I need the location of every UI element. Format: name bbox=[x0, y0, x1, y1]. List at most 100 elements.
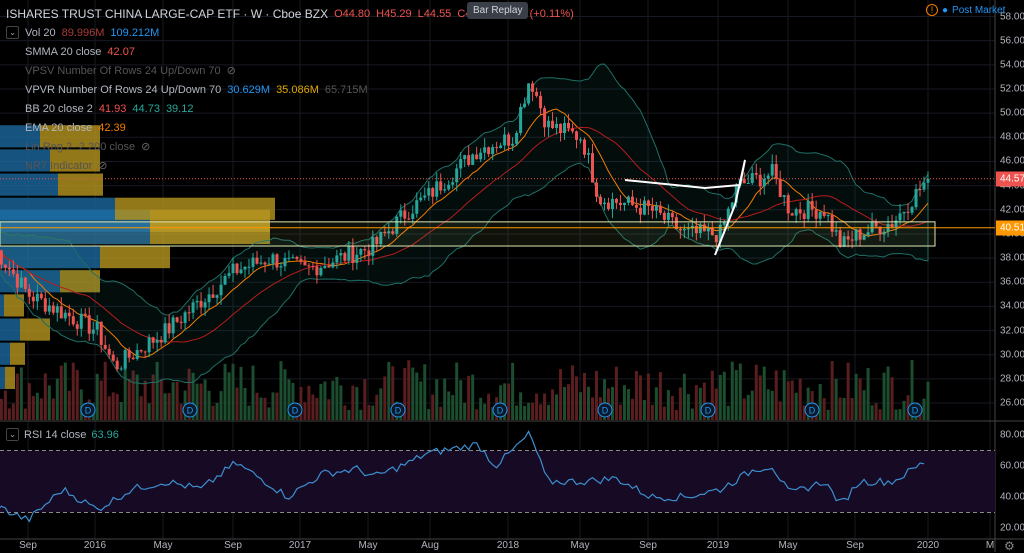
candle-body bbox=[411, 213, 415, 219]
hidden-eye-icon[interactable]: ⊘ bbox=[227, 64, 236, 77]
volume-bar bbox=[467, 375, 471, 420]
collapse-rsi-button[interactable]: ⌄ bbox=[6, 428, 19, 441]
rsi-label[interactable]: RSI 14 close bbox=[24, 429, 86, 441]
indicator-bb[interactable]: BB 20 close 2 bbox=[25, 103, 93, 115]
volume-profile-up bbox=[0, 366, 5, 389]
candle-body bbox=[654, 205, 658, 211]
volume-bar bbox=[419, 381, 423, 420]
rsi-axis-label: 20.00 bbox=[1000, 522, 1024, 534]
volume-bar bbox=[874, 403, 878, 420]
volume-bar bbox=[682, 373, 686, 420]
volume-bar bbox=[275, 392, 279, 420]
hidden-eye-icon[interactable]: ⊘ bbox=[98, 159, 107, 172]
volume-bar bbox=[255, 392, 259, 420]
volume-bar bbox=[3, 390, 7, 420]
volume-bar bbox=[0, 398, 3, 420]
volume-bar bbox=[63, 362, 67, 420]
candle-body bbox=[279, 266, 283, 268]
time-axis-label: Sep bbox=[639, 540, 657, 551]
volume-bar bbox=[339, 385, 343, 420]
candle-body bbox=[319, 268, 323, 276]
time-axis-label: 2020 bbox=[916, 540, 940, 551]
indicator-vol[interactable]: Vol 20 bbox=[25, 27, 56, 39]
market-status[interactable]: ! ● Post Market bbox=[926, 4, 1005, 16]
indicator-vpvr[interactable]: VPVR Number Of Rows 24 Up/Down 70 bbox=[25, 84, 221, 96]
settings-gear-icon[interactable]: ⚙ bbox=[1004, 539, 1015, 553]
volume-bar bbox=[363, 379, 367, 420]
candle-body bbox=[575, 131, 579, 140]
volume-bar bbox=[694, 385, 698, 420]
candle-body bbox=[83, 313, 87, 316]
volume-bar bbox=[686, 394, 690, 420]
indicator-smma[interactable]: SMMA 20 close bbox=[25, 46, 101, 58]
volume-bar bbox=[730, 361, 734, 420]
price-axis-label: 36.00 bbox=[1000, 276, 1024, 288]
volume-bar bbox=[355, 387, 359, 420]
candle-body bbox=[127, 350, 131, 358]
candle-body bbox=[55, 306, 59, 313]
candle-body bbox=[163, 323, 167, 343]
dividend-label: D bbox=[705, 406, 712, 416]
volume-bar bbox=[523, 405, 527, 420]
volume-bar bbox=[371, 405, 375, 420]
volume-bar bbox=[479, 397, 483, 420]
candle-body bbox=[111, 354, 115, 361]
volume-bar bbox=[758, 375, 762, 420]
volume-bar bbox=[750, 390, 754, 420]
candle-body bbox=[27, 288, 31, 297]
hidden-eye-icon[interactable]: ⊘ bbox=[141, 140, 150, 153]
volume-bar bbox=[571, 365, 575, 420]
volume-bar bbox=[894, 409, 898, 420]
volume-bar bbox=[431, 394, 435, 420]
rsi-value: 63.96 bbox=[91, 428, 119, 441]
indicator-vpsv[interactable]: VPSV Number Of Rows 24 Up/Down 70 bbox=[25, 65, 221, 77]
candle-body bbox=[583, 139, 587, 155]
candle-body bbox=[219, 284, 223, 296]
candle-body bbox=[19, 277, 23, 288]
candle-body bbox=[407, 218, 411, 220]
volume-bar bbox=[27, 383, 31, 420]
candle-body bbox=[650, 206, 654, 211]
candle-body bbox=[175, 317, 179, 322]
candle-body bbox=[922, 182, 926, 190]
volume-bar bbox=[327, 399, 331, 420]
volume-bar bbox=[698, 387, 702, 420]
candle-body bbox=[587, 153, 591, 155]
volume-bar bbox=[439, 406, 443, 420]
dot-icon: ● bbox=[942, 4, 949, 16]
volume-bar bbox=[842, 397, 846, 420]
volume-bar bbox=[331, 380, 335, 420]
dividend-label: D bbox=[85, 406, 92, 416]
time-axis-label: 2017 bbox=[288, 540, 312, 551]
indicator-linreg[interactable]: Lin Reg 2 -2 200 close bbox=[25, 141, 135, 153]
volume-bar bbox=[43, 373, 47, 420]
volume-bar bbox=[583, 373, 587, 420]
candle-body bbox=[579, 139, 583, 141]
candle-body bbox=[435, 181, 439, 197]
volume-bar bbox=[539, 404, 543, 420]
indicator-ema[interactable]: EMA 20 close bbox=[25, 122, 92, 134]
price-axis-label: 28.00 bbox=[1000, 373, 1024, 385]
volume-bar bbox=[770, 390, 774, 420]
volume-bar bbox=[243, 387, 247, 420]
candle-body bbox=[419, 197, 423, 201]
volume-bar bbox=[794, 392, 798, 420]
candle-body bbox=[427, 188, 431, 196]
candle-body bbox=[91, 329, 95, 334]
indicator-nr7[interactable]: NR7 Indicator bbox=[25, 160, 92, 172]
volume-bar bbox=[423, 364, 427, 420]
volume-bar bbox=[579, 392, 583, 420]
candle-body bbox=[267, 263, 271, 265]
time-axis-label: Sep bbox=[224, 540, 242, 551]
volume-bar bbox=[543, 393, 547, 420]
volume-bar bbox=[207, 390, 211, 420]
volume-bar bbox=[567, 384, 571, 420]
warning-icon: ! bbox=[926, 4, 938, 16]
volume-bar bbox=[862, 390, 866, 420]
volume-bar bbox=[762, 366, 766, 420]
volume-bar bbox=[866, 367, 870, 420]
candle-body bbox=[291, 256, 295, 258]
candle-body bbox=[15, 273, 19, 288]
dividend-label: D bbox=[395, 406, 402, 416]
collapse-legend-button[interactable]: ⌄ bbox=[6, 26, 19, 39]
